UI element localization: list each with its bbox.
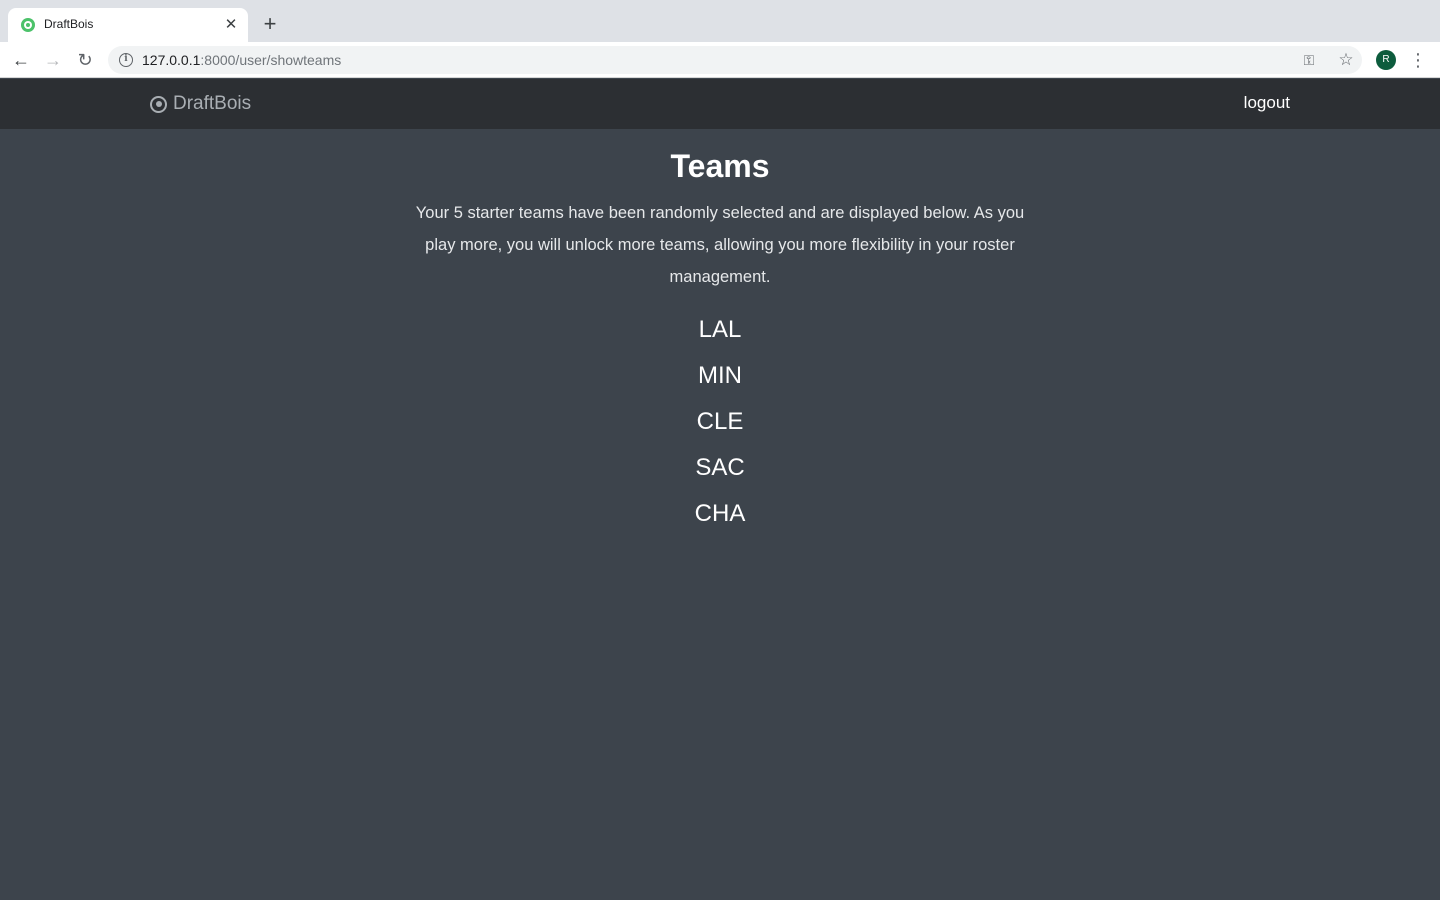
browser-toolbar: ← → ↻ i 127.0.0.1:8000/user/showteams ⚿ … [0, 42, 1440, 78]
url-host: 127.0.0.1 [142, 52, 201, 68]
profile-avatar[interactable]: R [1376, 50, 1396, 70]
site-header: DraftBois logout [0, 79, 1440, 129]
brand-name: DraftBois [173, 93, 252, 114]
team-item: SAC [695, 454, 745, 481]
brand-link[interactable]: DraftBois [150, 93, 251, 115]
address-bar[interactable]: i 127.0.0.1:8000/user/showteams ⚿ ☆ [108, 46, 1362, 74]
info-icon[interactable]: i [119, 53, 133, 67]
star-icon[interactable]: ☆ [1336, 50, 1356, 70]
logout-link[interactable]: logout [1244, 93, 1290, 113]
team-item: CHA [694, 500, 746, 527]
team-item: LAL [698, 316, 742, 343]
team-item: MIN [698, 362, 742, 389]
reload-button[interactable]: ↻ [73, 48, 97, 72]
arrow-left-icon: ← [12, 50, 30, 70]
back-button[interactable]: ← [9, 48, 33, 72]
url-path: :8000/user/showteams [200, 52, 342, 68]
reload-icon: ↻ [77, 50, 93, 70]
tab-title: DraftBois [44, 17, 94, 31]
main-content: Teams Your 5 starter teams have been ran… [0, 129, 1440, 900]
key-icon[interactable]: ⚿ [1300, 51, 1318, 69]
team-list: LAL MIN CLE SAC CHA [0, 307, 1440, 537]
forward-button[interactable]: → [41, 48, 65, 72]
target-icon [150, 95, 167, 113]
close-icon[interactable]: ✕ [222, 16, 240, 34]
favicon-icon [21, 18, 35, 32]
browser-tabstrip: DraftBois ✕ + [0, 0, 1440, 42]
page-title: Teams [670, 148, 770, 184]
arrow-right-icon: → [44, 50, 62, 70]
new-tab-button[interactable]: + [258, 12, 282, 36]
kebab-menu-icon[interactable]: ⋮ [1408, 48, 1428, 72]
intro-text: Your 5 starter teams have been randomly … [415, 204, 1025, 286]
url-text[interactable]: 127.0.0.1:8000/user/showteams [142, 52, 341, 68]
browser-tab[interactable]: DraftBois ✕ [8, 8, 248, 42]
team-item: CLE [696, 408, 744, 435]
